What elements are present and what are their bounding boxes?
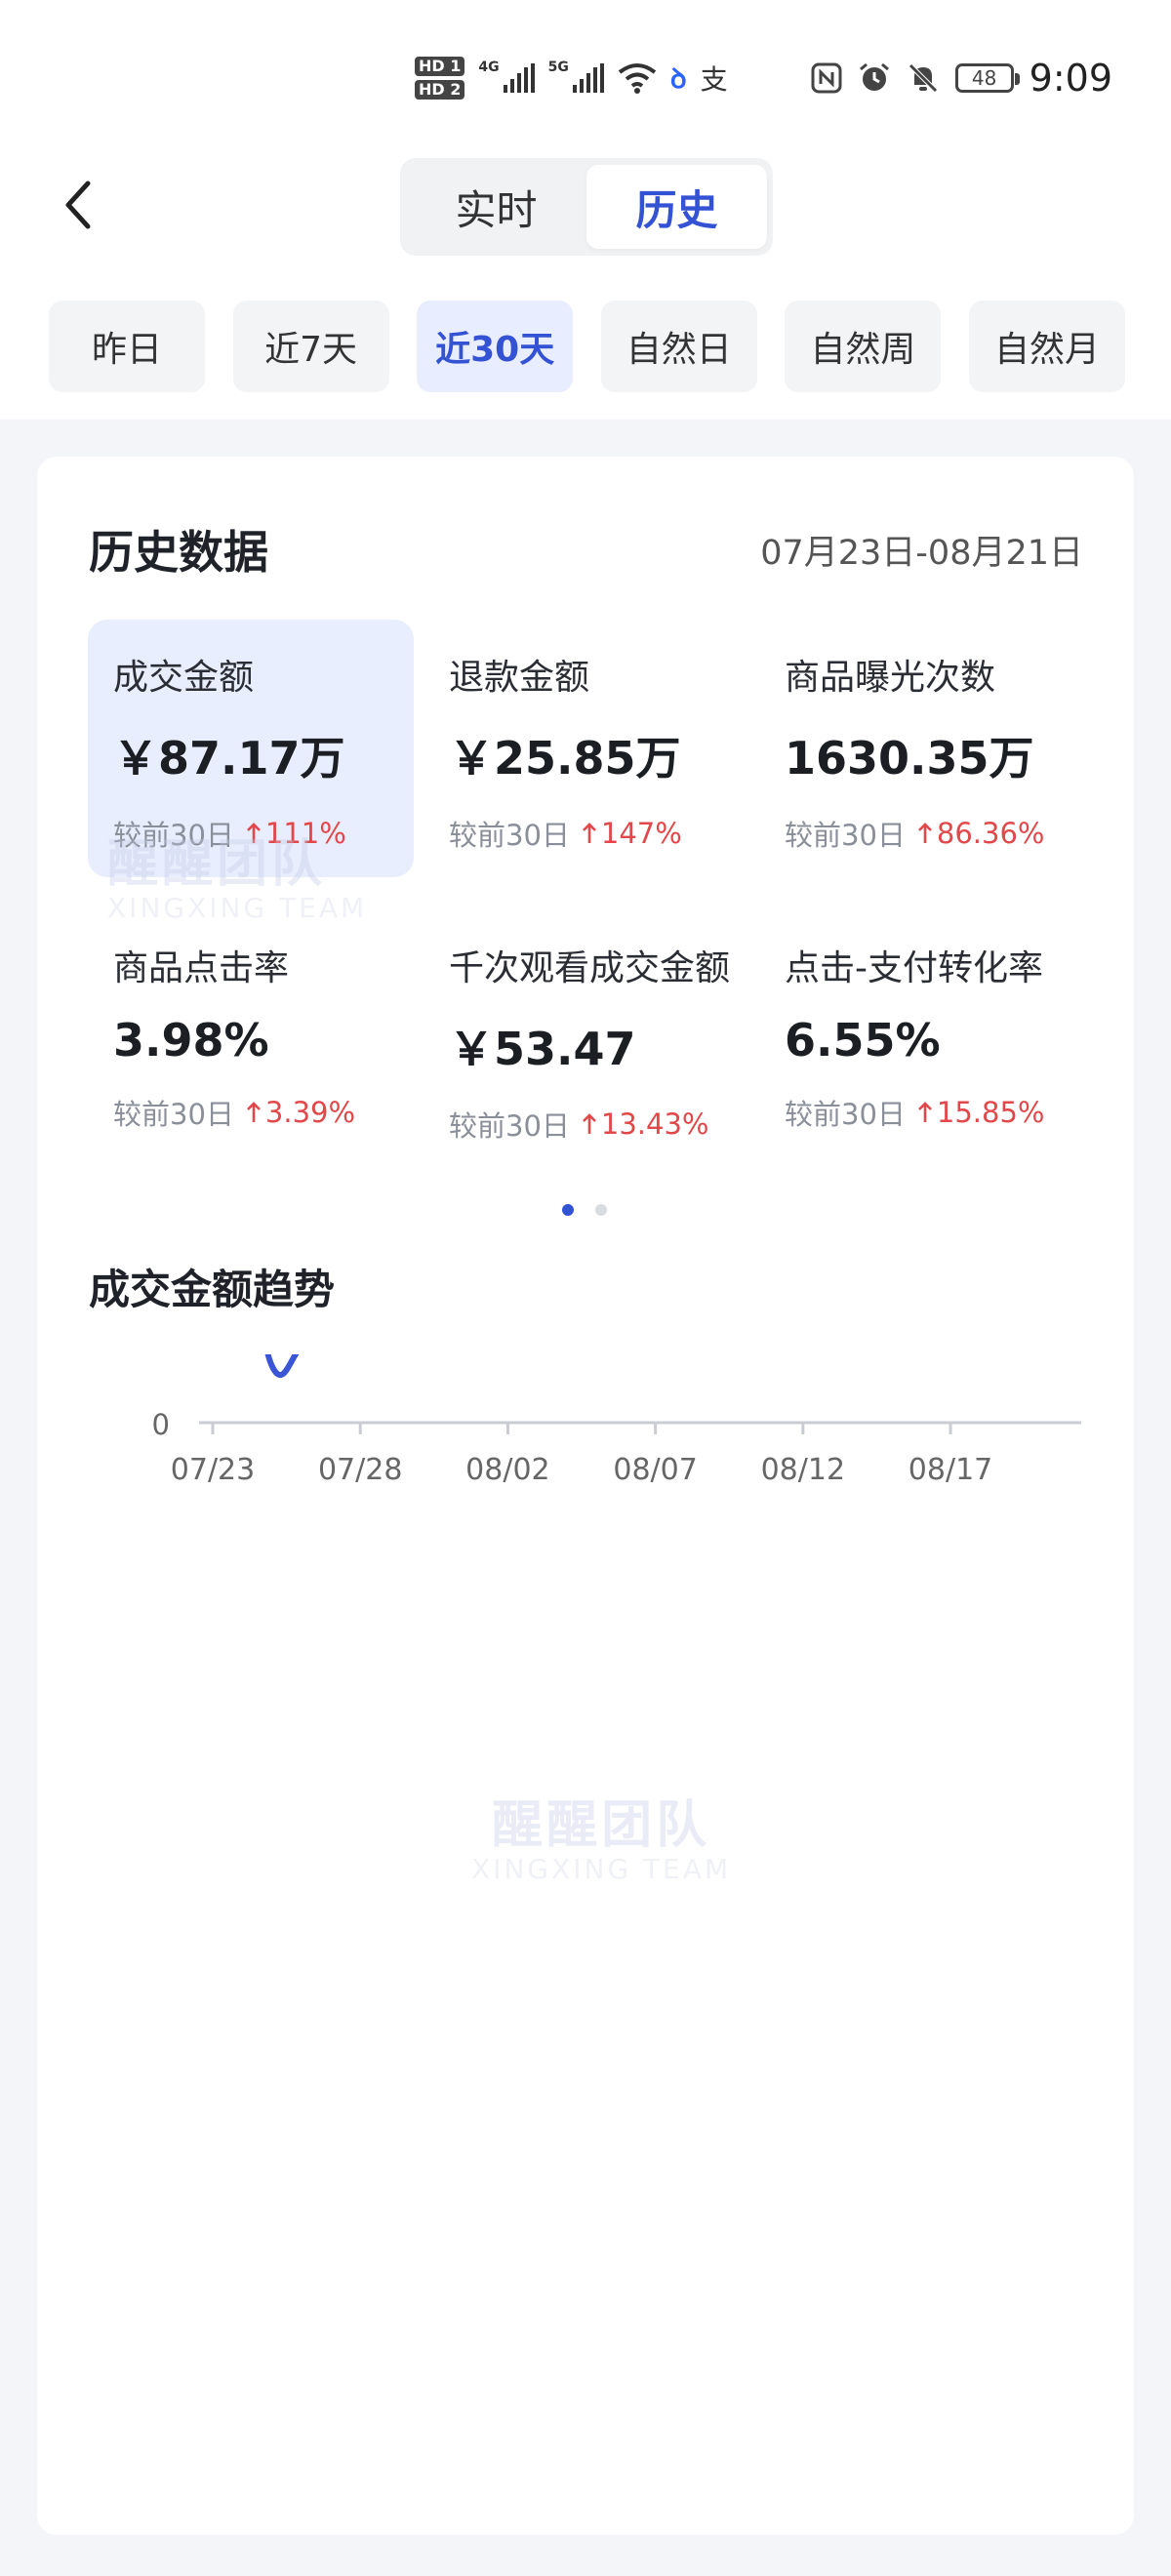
- arrow-up-icon: [246, 823, 261, 843]
- chevron-left-icon: [65, 181, 91, 229]
- metric-delta: 147%: [582, 817, 682, 850]
- tab-realtime[interactable]: 实时: [406, 165, 586, 249]
- battery-icon: 48: [954, 63, 1020, 93]
- delta-value: 111%: [264, 817, 346, 850]
- metric-compare: 较前30日 147%: [449, 813, 724, 854]
- metric-compare: 较前30日 13.43%: [449, 1104, 724, 1145]
- period-yesterday[interactable]: 昨日: [49, 301, 205, 392]
- metric-compare: 较前30日 86.36%: [785, 813, 1060, 854]
- metric-compare: 较前30日 15.85%: [785, 1092, 1060, 1133]
- date-range[interactable]: 07月23日-08月21日: [760, 525, 1083, 575]
- arrow-up-icon: [917, 823, 932, 843]
- metric-conversion[interactable]: 点击-支付转化率 6.55% 较前30日 15.85%: [759, 910, 1085, 1168]
- page-dot-2[interactable]: [595, 1204, 607, 1216]
- metric-label: 点击-支付转化率: [785, 948, 1043, 988]
- metric-gpm[interactable]: 千次观看成交金额 ￥53.47 较前30日 13.43%: [424, 910, 749, 1168]
- arrow-up-icon: [582, 823, 596, 843]
- period-natural-month[interactable]: 自然月: [968, 301, 1125, 392]
- compare-label: 较前30日: [113, 1098, 234, 1131]
- hd2-label: HD 2: [415, 80, 465, 100]
- x-tick-label: 08/17: [909, 1453, 992, 1487]
- metric-delta: 86.36%: [917, 817, 1045, 850]
- metric-value: ￥87.17万: [113, 732, 345, 785]
- arrow-up-icon: [917, 1102, 932, 1122]
- arrow-up-icon: [582, 1113, 596, 1134]
- metric-gmv[interactable]: 成交金额 ￥87.17万 较前30日 111%: [88, 620, 414, 877]
- page-dot-1[interactable]: [562, 1204, 574, 1216]
- metric-value: ￥25.85万: [449, 732, 681, 785]
- alipay-icon: 支: [700, 63, 728, 96]
- metric-exposure[interactable]: 商品曝光次数 1630.35万 较前30日 86.36%: [759, 620, 1085, 877]
- metric-refund[interactable]: 退款金额 ￥25.85万 较前30日 147%: [424, 620, 749, 877]
- chart-title: 成交金额趋势: [89, 1266, 336, 1313]
- tab-history[interactable]: 历史: [586, 165, 767, 249]
- mode-switch: 实时 历史: [400, 158, 773, 256]
- metric-value: 3.98%: [113, 1014, 269, 1067]
- net2-label: 5G: [547, 60, 569, 75]
- metric-label: 商品点击率: [113, 948, 290, 988]
- compare-label: 较前30日: [785, 1098, 906, 1131]
- x-tick-label: 08/12: [761, 1453, 845, 1487]
- metric-label: 成交金额: [113, 658, 255, 698]
- x-tick-label: 07/28: [318, 1453, 402, 1487]
- metric-label: 商品曝光次数: [785, 658, 996, 698]
- status-bar: HD 1 HD 2 4G 5G ꝺ 支 48 9:09: [0, 0, 1171, 146]
- x-tick-label: 07/23: [171, 1453, 255, 1487]
- metric-delta: 15.85%: [917, 1096, 1045, 1129]
- alarm-icon: [858, 61, 891, 95]
- compare-label: 较前30日: [113, 819, 234, 852]
- delta-value: 3.39%: [264, 1096, 356, 1129]
- app-icon: ꝺ: [669, 62, 687, 95]
- period-natural-week[interactable]: 自然周: [785, 301, 942, 392]
- y-tick-label: 0: [152, 1408, 170, 1441]
- arrow-up-icon: [246, 1102, 261, 1122]
- nfc-icon: [811, 62, 842, 94]
- hd1-label: HD 1: [415, 57, 465, 76]
- status-icons-left: HD 1 HD 2 4G 5G ꝺ 支: [415, 57, 728, 100]
- delta-value: 15.85%: [936, 1096, 1045, 1129]
- net1-label: 4G: [478, 60, 500, 75]
- period-natural-day[interactable]: 自然日: [600, 301, 757, 392]
- metric-compare: 较前30日 3.39%: [113, 1092, 388, 1133]
- data-point[interactable]: [265, 1359, 277, 1371]
- signal-4g-icon: [503, 63, 535, 93]
- compare-label: 较前30日: [449, 1109, 570, 1143]
- delta-value: 86.36%: [936, 817, 1045, 850]
- x-tick-label: 08/02: [465, 1453, 549, 1487]
- compare-label: 较前30日: [449, 819, 570, 852]
- back-button[interactable]: [54, 176, 101, 234]
- card-title: 历史数据: [89, 526, 268, 579]
- metric-delta: 13.43%: [582, 1107, 709, 1141]
- trend-chart[interactable]: 01.5万3万4.5万6万7.5万07/2307/2808/0208/0708/…: [37, 1354, 1134, 2135]
- hd-icon: HD 1 HD 2: [415, 57, 465, 100]
- metric-delta: 111%: [246, 817, 346, 850]
- metric-value: 1630.35万: [785, 732, 1034, 785]
- clock: 9:09: [1029, 57, 1112, 100]
- metric-ctr[interactable]: 商品点击率 3.98% 较前30日 3.39%: [88, 910, 414, 1168]
- delta-value: 13.43%: [600, 1107, 709, 1141]
- header: 实时 历史 昨日 近7天 近30天 自然日 自然周 自然月: [0, 146, 1171, 420]
- metric-compare: 较前30日 111%: [113, 813, 388, 854]
- page-indicator: [562, 1204, 607, 1216]
- metric-label: 退款金额: [449, 658, 590, 698]
- period-30-days[interactable]: 近30天: [417, 301, 574, 392]
- metric-value: 6.55%: [785, 1014, 941, 1067]
- delta-value: 147%: [600, 817, 682, 850]
- period-7-days[interactable]: 近7天: [232, 301, 389, 392]
- mute-icon: [907, 61, 940, 95]
- metric-label: 千次观看成交金额: [449, 948, 731, 988]
- status-icons-right: 48 9:09: [811, 57, 1112, 100]
- x-tick-label: 08/07: [613, 1453, 697, 1487]
- metric-delta: 3.39%: [246, 1096, 355, 1129]
- history-card: 历史数据 07月23日-08月21日 成交金额 ￥87.17万 较前30日 11…: [37, 457, 1134, 2535]
- period-selector: 昨日 近7天 近30天 自然日 自然周 自然月: [49, 301, 1125, 392]
- series-line-gmv[interactable]: [213, 1354, 1069, 1378]
- metric-value: ￥53.47: [449, 1023, 636, 1075]
- signal-5g-icon: [572, 63, 604, 93]
- compare-label: 较前30日: [785, 819, 906, 852]
- wifi-icon: [618, 62, 657, 94]
